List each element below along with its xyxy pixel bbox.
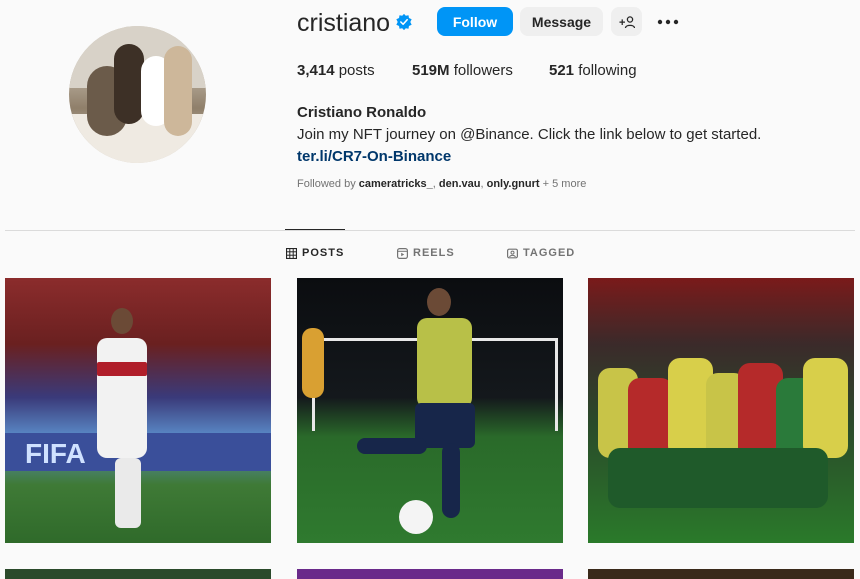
followers-count: 519M xyxy=(412,62,450,79)
post-banner-logo: FIFA xyxy=(25,438,86,469)
tabs-divider xyxy=(5,230,855,231)
post-thumbnail[interactable] xyxy=(297,569,563,579)
post-thumbnail[interactable] xyxy=(588,278,854,543)
post-figure xyxy=(97,338,147,458)
follow-button[interactable]: Follow xyxy=(437,7,513,36)
post-figure xyxy=(803,358,848,458)
followed-by-more: + 5 more xyxy=(542,178,587,190)
followers-count-stat[interactable]: 519M followers xyxy=(412,62,513,79)
reels-icon xyxy=(397,247,408,259)
post-figure xyxy=(417,318,472,408)
bio-link[interactable]: ter.li/CR7-On-Binance xyxy=(297,148,451,165)
profile-username: cristiano xyxy=(297,9,391,37)
post-ball xyxy=(399,500,433,534)
tab-reels[interactable]: REELS xyxy=(397,247,455,259)
tab-posts-label: POSTS xyxy=(302,247,345,259)
message-button[interactable]: Message xyxy=(520,7,603,36)
tab-posts[interactable]: POSTS xyxy=(286,247,344,259)
following-count-stat[interactable]: 521 following xyxy=(549,62,637,79)
more-options-icon xyxy=(657,19,679,25)
post-figure xyxy=(442,443,460,518)
tagged-icon xyxy=(507,248,518,258)
verified-badge-icon xyxy=(396,13,412,31)
followed-by-user: den.vau xyxy=(438,178,481,190)
grid-icon xyxy=(286,247,297,259)
post-thumbnail[interactable] xyxy=(588,569,854,579)
post-figure xyxy=(97,362,147,376)
tab-tagged-label: TAGGED xyxy=(523,247,576,259)
followed-by-prefix: Followed by xyxy=(297,178,356,190)
add-user-button[interactable]: + xyxy=(611,7,642,36)
followed-by-user: only.gnurt xyxy=(486,178,540,190)
avatar-person xyxy=(164,46,192,136)
profile-bio: Join my NFT journey on @Binance. Click t… xyxy=(297,126,762,143)
post-thumbnail[interactable]: FIFA xyxy=(5,278,271,543)
following-count: 521 xyxy=(549,62,575,79)
post-thumbnail[interactable] xyxy=(297,278,563,543)
posts-label: posts xyxy=(338,62,375,79)
more-options-button[interactable] xyxy=(655,10,681,34)
posts-count: 3,414 xyxy=(297,62,335,79)
post-figure xyxy=(115,458,141,528)
add-user-icon: + xyxy=(619,15,635,29)
tab-reels-label: REELS xyxy=(413,247,455,259)
active-tab-indicator xyxy=(285,229,345,230)
profile-full-name: Cristiano Ronaldo xyxy=(297,104,427,121)
post-figure xyxy=(111,308,133,334)
posts-count-stat: 3,414 posts xyxy=(297,62,375,79)
post-figure xyxy=(608,448,828,508)
svg-text:+: + xyxy=(619,17,625,29)
profile-avatar[interactable] xyxy=(69,26,206,163)
following-label: following xyxy=(578,62,637,79)
followed-by[interactable]: Followed by cameratricks_, den.vau, only… xyxy=(297,178,586,190)
post-figure xyxy=(357,438,427,454)
post-figure xyxy=(302,328,324,398)
followers-label: followers xyxy=(453,62,513,79)
tab-tagged[interactable]: TAGGED xyxy=(507,247,575,259)
post-figure xyxy=(427,288,451,316)
avatar-person xyxy=(114,44,144,124)
followed-by-user: cameratricks_ xyxy=(358,178,433,190)
post-thumbnail[interactable] xyxy=(5,569,271,579)
